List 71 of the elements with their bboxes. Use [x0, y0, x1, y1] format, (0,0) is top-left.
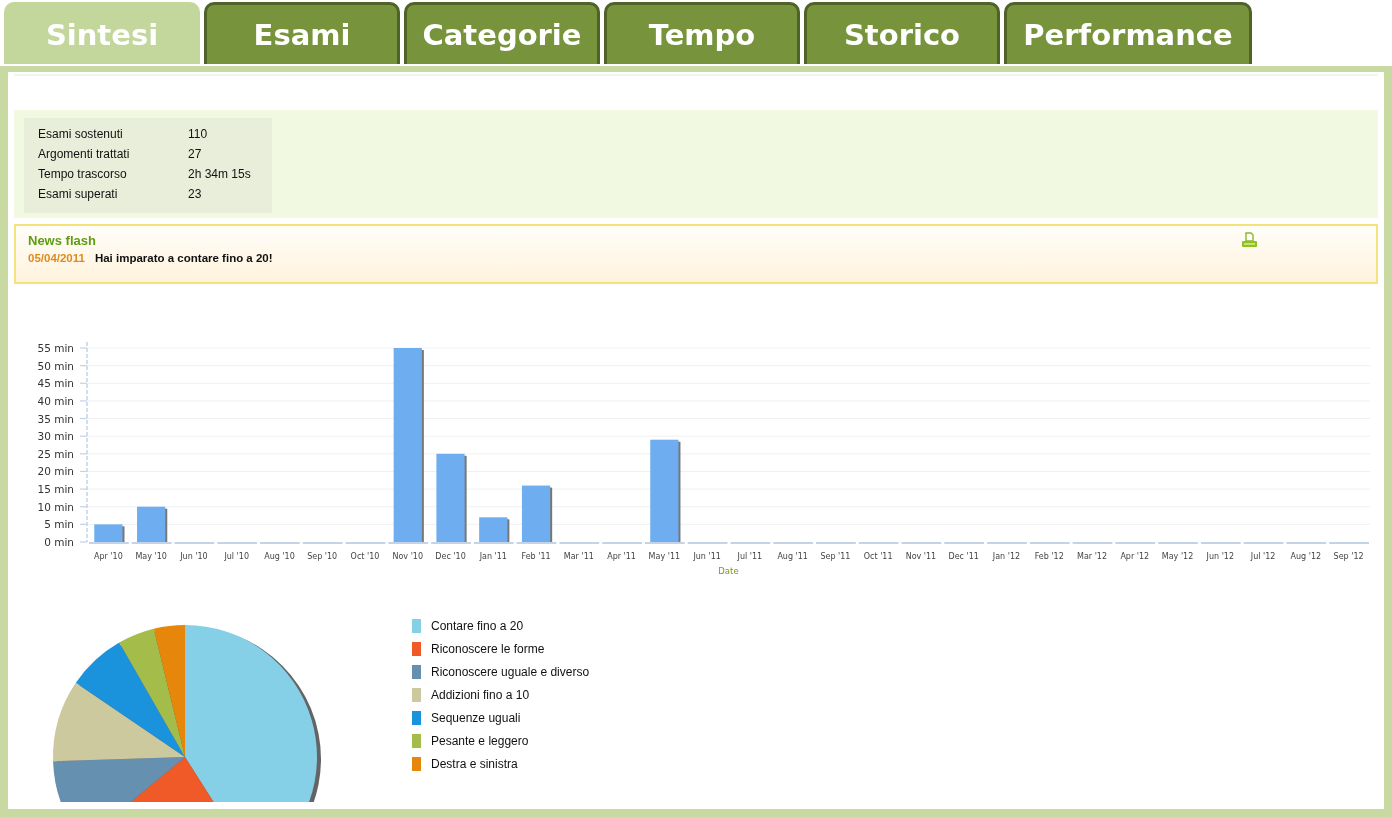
y-tick-label: 10 min	[37, 500, 74, 513]
stat-value: 23	[188, 187, 203, 201]
news-date: 05/04/2011	[28, 252, 85, 264]
x-tick-label: Jan '12	[992, 552, 1021, 561]
bar	[479, 517, 510, 542]
tab[interactable]: Esami	[204, 2, 400, 64]
news-title: News flash	[28, 232, 96, 248]
x-tick-label: Jul '11	[737, 552, 763, 561]
y-tick-label: 30 min	[37, 430, 74, 443]
x-tick-label: May '12	[1161, 552, 1194, 561]
x-tick-label: May '11	[648, 552, 681, 561]
stat-label: Esami sostenuti	[38, 127, 124, 141]
legend-label: Contare fino a 20	[431, 618, 524, 633]
x-tick-label: Sep '12	[1333, 552, 1364, 561]
x-tick-label: Aug '11	[777, 552, 808, 561]
bar	[137, 506, 168, 542]
x-tick-label: Dec '10	[435, 552, 466, 561]
y-tick-label: 50 min	[37, 359, 74, 372]
x-tick-label: May '10	[135, 552, 167, 561]
y-tick-label: 0 min	[44, 536, 74, 548]
y-tick-label: 25 min	[37, 447, 74, 460]
stat-label: Tempo trascorso	[38, 167, 128, 181]
x-tick-label: Oct '11	[863, 552, 893, 561]
y-tick-label: 40 min	[37, 394, 74, 407]
x-tick-label: Apr '12	[1120, 552, 1150, 561]
stat-label: Esami superati	[38, 187, 119, 201]
legend-label: Addizioni fino a 10	[431, 687, 530, 702]
x-tick-label: Feb '12	[1034, 552, 1064, 561]
legend-label: Destra e sinistra	[431, 756, 518, 771]
y-tick-label: 55 min	[37, 342, 74, 354]
x-tick-label: Nov '11	[905, 552, 937, 561]
legend-label: Sequenze uguali	[431, 710, 521, 725]
x-tick-label: Dec '11	[948, 552, 979, 561]
tab[interactable]: Performance	[1004, 2, 1252, 64]
y-tick-label: 35 min	[37, 412, 74, 425]
x-tick-label: Jul '12	[1250, 552, 1276, 561]
axis-title: Date	[718, 566, 739, 576]
x-tick-label: Jun '12	[1206, 552, 1235, 561]
x-tick-label: Mar '12	[1077, 552, 1107, 561]
print-icon[interactable]	[1241, 232, 1258, 248]
y-tick-label: 15 min	[37, 483, 74, 496]
legend-label: Riconoscere uguale e diverso	[431, 664, 590, 679]
x-tick-label: Nov '10	[392, 552, 423, 561]
tab[interactable]: Categorie	[404, 2, 600, 64]
legend-label: Pesante e leggero	[431, 733, 529, 748]
x-tick-label: Oct '10	[350, 552, 380, 561]
x-tick-label: Sep '11	[820, 552, 851, 561]
x-tick-label: Sep '10	[307, 552, 338, 561]
x-tick-label: Mar '11	[563, 552, 594, 561]
stat-label: Argomenti trattati	[38, 147, 131, 161]
x-tick-label: Jan '11	[479, 552, 507, 561]
tab[interactable]: Storico	[804, 2, 1000, 64]
x-tick-label: Jun '10	[180, 552, 208, 561]
x-tick-label: Apr '11	[607, 552, 636, 561]
news-text: Hai imparato a contare fino a 20!	[94, 252, 273, 264]
x-tick-label: Aug '10	[264, 552, 295, 561]
y-tick-label: 5 min	[44, 518, 74, 531]
x-tick-label: Aug '12	[1290, 552, 1322, 561]
tab[interactable]: Tempo	[604, 2, 800, 64]
stat-value: 27	[188, 147, 203, 161]
y-tick-label: 45 min	[37, 377, 74, 390]
x-tick-label: Jul '10	[224, 552, 249, 561]
y-tick-label: 20 min	[37, 465, 74, 478]
x-tick-label: Apr '10	[94, 552, 123, 561]
bar	[94, 524, 125, 542]
bar	[521, 485, 553, 542]
stat-value: 2h 34m 15s	[188, 167, 252, 181]
legend-label: Riconoscere le forme	[431, 641, 545, 656]
x-tick-label: Jun '11	[693, 552, 721, 561]
stat-value: 110	[188, 127, 209, 141]
x-tick-label: Feb '11	[521, 552, 551, 561]
